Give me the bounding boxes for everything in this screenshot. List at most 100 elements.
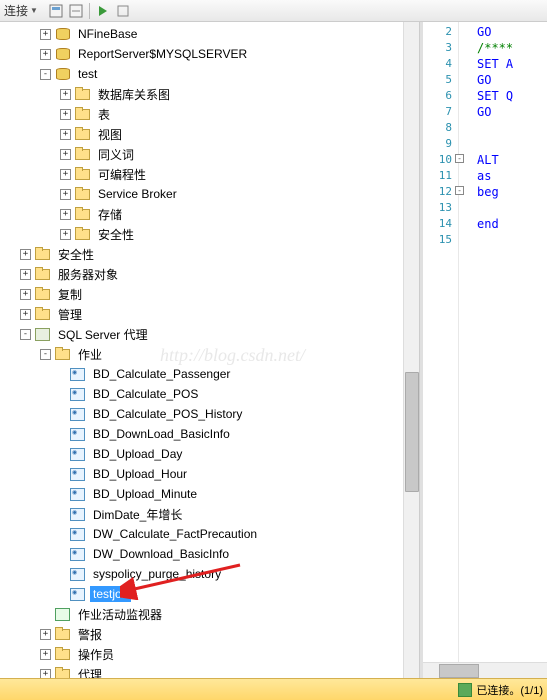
- folder-icon: [55, 347, 71, 361]
- job-node-selected[interactable]: testjob: [90, 586, 131, 602]
- expand-icon[interactable]: +: [60, 89, 71, 100]
- job-node[interactable]: BD_DownLoad_BasicInfo: [90, 426, 233, 442]
- expand-icon[interactable]: +: [60, 109, 71, 120]
- toolbar-btn-3[interactable]: [95, 3, 111, 19]
- folder-icon: [55, 647, 71, 661]
- folder-node[interactable]: 表: [95, 105, 113, 124]
- job-icon: [70, 367, 86, 381]
- expand-icon[interactable]: +: [60, 129, 71, 140]
- folder-icon: [75, 167, 91, 181]
- job-icon: [70, 547, 86, 561]
- toolbar-divider: [89, 3, 90, 19]
- database-icon: [55, 27, 71, 41]
- folder-icon: [75, 107, 91, 121]
- folder-node[interactable]: 管理: [55, 305, 85, 324]
- jobs-folder[interactable]: 作业: [75, 345, 105, 364]
- folder-node[interactable]: 安全性: [55, 245, 97, 264]
- expand-icon[interactable]: +: [20, 309, 31, 320]
- status-bar: 已连接。(1/1): [0, 678, 547, 700]
- folder-node[interactable]: 存储: [95, 205, 125, 224]
- job-icon: [70, 507, 86, 521]
- job-icon: [70, 587, 86, 601]
- folder-node[interactable]: 安全性: [95, 225, 137, 244]
- folder-icon: [75, 227, 91, 241]
- job-icon: [70, 567, 86, 581]
- job-node[interactable]: BD_Upload_Minute: [90, 486, 200, 502]
- database-icon: [55, 47, 71, 61]
- job-monitor-icon: [55, 607, 71, 621]
- folder-node[interactable]: 操作员: [75, 645, 117, 664]
- collapse-icon[interactable]: -: [40, 69, 51, 80]
- job-node[interactable]: DW_Download_BasicInfo: [90, 546, 232, 562]
- folder-icon: [75, 207, 91, 221]
- folder-icon: [75, 147, 91, 161]
- horizontal-scrollbar[interactable]: [423, 662, 547, 678]
- expand-icon[interactable]: +: [20, 269, 31, 280]
- job-icon: [70, 527, 86, 541]
- job-icon: [70, 387, 86, 401]
- folder-node[interactable]: 复制: [55, 285, 85, 304]
- expand-icon[interactable]: +: [60, 149, 71, 160]
- job-node[interactable]: BD_Calculate_POS_History: [90, 406, 245, 422]
- expand-icon[interactable]: +: [20, 289, 31, 300]
- expand-icon[interactable]: +: [20, 249, 31, 260]
- folder-icon: [35, 247, 51, 261]
- folder-node[interactable]: 视图: [95, 125, 125, 144]
- expand-icon[interactable]: +: [40, 29, 51, 40]
- object-explorer-tree[interactable]: + NFineBase + ReportServer$MYSQLSERVER - te…: [0, 22, 420, 700]
- expand-icon[interactable]: +: [40, 49, 51, 60]
- job-node[interactable]: BD_Calculate_POS: [90, 386, 201, 402]
- job-node[interactable]: BD_Calculate_Passenger: [90, 366, 233, 382]
- job-icon: [70, 427, 86, 441]
- folder-node[interactable]: Service Broker: [95, 186, 180, 202]
- folder-icon: [35, 267, 51, 281]
- scroll-thumb[interactable]: [405, 372, 419, 492]
- agent-node[interactable]: SQL Server 代理: [55, 325, 151, 344]
- code-editor[interactable]: 2345678910-1112-131415 GO/****SET AGOSET…: [420, 22, 547, 700]
- connection-status-icon: [458, 683, 472, 697]
- job-node[interactable]: DimDate_年增长: [90, 505, 185, 524]
- expand-icon[interactable]: +: [60, 169, 71, 180]
- folder-node[interactable]: 可编程性: [95, 165, 149, 184]
- database-icon: [55, 67, 71, 81]
- folder-node[interactable]: 服务器对象: [55, 265, 121, 284]
- expand-icon[interactable]: +: [60, 189, 71, 200]
- job-node[interactable]: DW_Calculate_FactPrecaution: [90, 526, 260, 542]
- job-monitor-node[interactable]: 作业活动监视器: [75, 605, 165, 624]
- toolbar-btn-2[interactable]: [68, 3, 84, 19]
- collapse-icon[interactable]: -: [20, 329, 31, 340]
- folder-node[interactable]: 数据库关系图: [95, 85, 173, 104]
- job-node[interactable]: syspolicy_purge_history: [90, 566, 224, 582]
- toolbar-btn-1[interactable]: [48, 3, 64, 19]
- job-icon: [70, 407, 86, 421]
- h-scroll-thumb[interactable]: [439, 664, 479, 678]
- folder-icon: [75, 127, 91, 141]
- job-icon: [70, 487, 86, 501]
- folder-icon: [35, 307, 51, 321]
- job-icon: [70, 467, 86, 481]
- job-node[interactable]: BD_Upload_Day: [90, 446, 185, 462]
- expand-icon[interactable]: +: [40, 649, 51, 660]
- status-text: 已连接。(1/1): [476, 682, 543, 698]
- db-node[interactable]: NFineBase: [75, 26, 140, 42]
- code-area[interactable]: GO/****SET AGOSET QGOALTasbegend: [459, 22, 547, 700]
- folder-icon: [75, 187, 91, 201]
- expand-icon[interactable]: +: [60, 209, 71, 220]
- folder-icon: [35, 287, 51, 301]
- collapse-icon[interactable]: -: [40, 349, 51, 360]
- job-icon: [70, 447, 86, 461]
- expand-icon[interactable]: +: [40, 629, 51, 640]
- db-node[interactable]: test: [75, 66, 100, 82]
- vertical-scrollbar[interactable]: [403, 22, 419, 700]
- folder-icon: [75, 87, 91, 101]
- folder-node[interactable]: 同义词: [95, 145, 137, 164]
- job-node[interactable]: BD_Upload_Hour: [90, 466, 190, 482]
- toolbar-btn-4[interactable]: [115, 3, 131, 19]
- line-gutter: 2345678910-1112-131415: [423, 22, 459, 700]
- dropdown-icon[interactable]: ▼: [30, 6, 38, 15]
- folder-node[interactable]: 警报: [75, 625, 105, 644]
- expand-icon[interactable]: +: [60, 229, 71, 240]
- connect-menu[interactable]: 连接: [4, 2, 28, 19]
- db-node[interactable]: ReportServer$MYSQLSERVER: [75, 46, 250, 62]
- folder-icon: [55, 627, 71, 641]
